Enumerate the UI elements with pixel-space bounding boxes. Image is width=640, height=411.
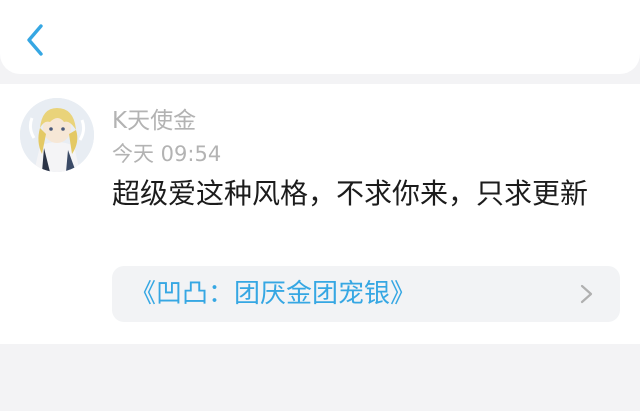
timestamp: 今天 09:54	[112, 142, 222, 166]
comment-text: 超级爱这种风格，不求你来，只求更新	[112, 177, 589, 210]
linked-work-title: 《凹凸：团厌金团宠银》	[130, 279, 417, 309]
avatar[interactable]	[20, 98, 94, 172]
comment-card: K天使金 今天 09:54 超级爱这种风格，不求你来，只求更新 《凹凸：团厌金团…	[0, 84, 640, 344]
linked-work-card[interactable]: 《凹凸：团厌金团宠银》	[112, 266, 620, 322]
avatar-image	[20, 98, 94, 172]
chevron-left-icon	[27, 24, 43, 56]
back-button[interactable]	[18, 20, 52, 60]
top-bar	[0, 0, 640, 74]
username[interactable]: K天使金	[112, 106, 196, 136]
chevron-right-icon	[580, 284, 593, 304]
